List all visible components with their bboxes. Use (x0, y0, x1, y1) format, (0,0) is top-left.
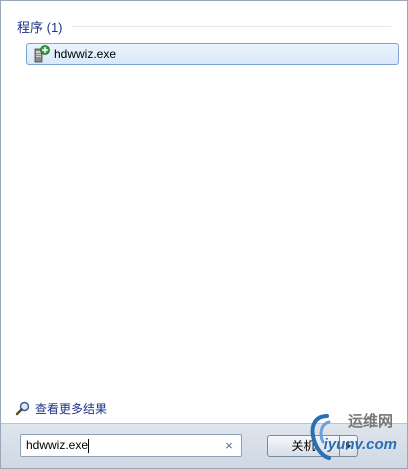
see-more-results-label: 查看更多结果 (35, 401, 108, 416)
watermark-line2: iyunv.com (323, 436, 397, 453)
text-caret (88, 438, 90, 453)
results-group-header: 程序 (1) (17, 17, 391, 35)
result-item-label: hdwwiz.exe (54, 47, 117, 61)
watermark: 运维网 iyunv.com (307, 408, 399, 464)
results-group-title[interactable]: 程序 (1) (17, 17, 63, 36)
result-item-hdwwiz[interactable]: hdwwiz.exe (26, 43, 399, 65)
search-input[interactable]: hdwwiz.exe × (20, 434, 242, 457)
hardware-wizard-icon (34, 45, 50, 63)
see-more-results-link[interactable]: 查看更多结果 (15, 399, 107, 417)
watermark-line1: 运维网 (347, 412, 393, 430)
search-input-value: hdwwiz.exe (26, 438, 90, 453)
group-divider (70, 25, 391, 27)
magnifier-icon (15, 401, 30, 416)
start-menu: 程序 (1) hdwwiz.exe 查看更多结果 hdwwiz.exe × 关机… (0, 0, 408, 469)
clear-search-icon[interactable]: × (221, 438, 237, 453)
search-results-pane: 程序 (1) hdwwiz.exe (5, 5, 403, 424)
